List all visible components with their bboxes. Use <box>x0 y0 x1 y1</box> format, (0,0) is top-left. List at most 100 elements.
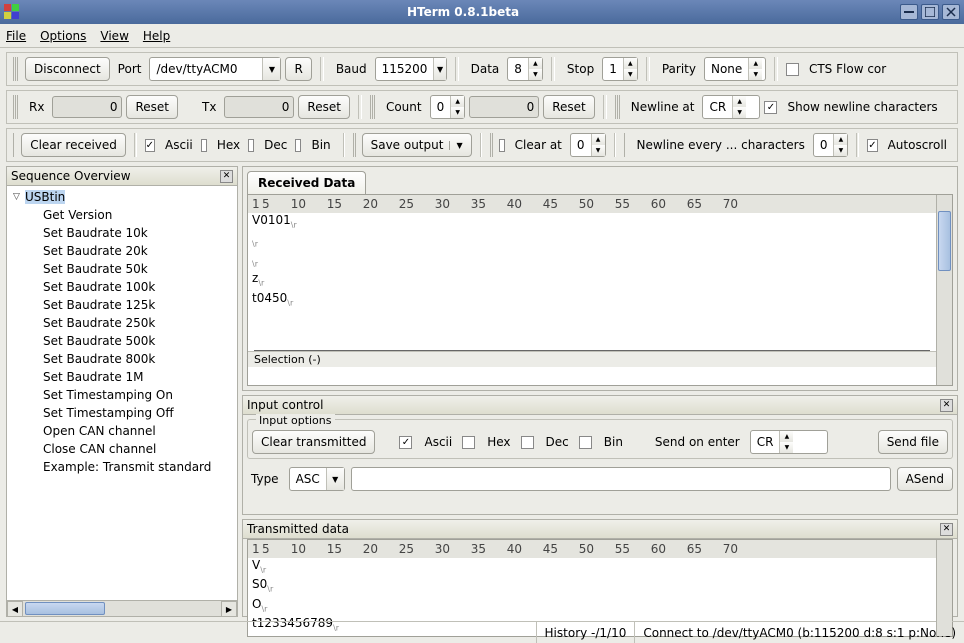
newline-every-spin[interactable]: 0 ▲▼ <box>813 133 849 157</box>
stop-bits-value: 1 <box>603 62 623 76</box>
tree-item[interactable]: Set Baudrate 500k <box>7 332 237 350</box>
count-reset-button[interactable]: Reset <box>543 95 595 119</box>
asend-button[interactable]: ASend <box>897 467 953 491</box>
close-panel-icon[interactable]: ✕ <box>220 170 233 183</box>
input-ascii-checkbox[interactable]: ✓ <box>399 436 412 449</box>
save-output-button[interactable]: Save output ▼ <box>362 133 472 157</box>
send-file-button[interactable]: Send file <box>878 430 948 454</box>
clear-transmitted-button[interactable]: Clear transmitted <box>252 430 375 454</box>
clear-received-button[interactable]: Clear received <box>21 133 126 157</box>
port-combo[interactable]: /dev/ttyACM0 ▼ <box>149 57 281 81</box>
hex-label: Hex <box>213 138 244 152</box>
vertical-scrollbar[interactable] <box>936 195 952 385</box>
close-panel-icon[interactable]: ✕ <box>940 523 953 536</box>
tree-item[interactable]: Set Baudrate 125k <box>7 296 237 314</box>
clear-at-label: Clear at <box>511 138 566 152</box>
titlebar: HTerm 0.8.1beta <box>0 0 964 24</box>
horizontal-scrollbar[interactable]: ◀ ▶ <box>7 600 237 616</box>
close-button[interactable] <box>942 4 960 20</box>
tree-item[interactable]: Set Baudrate 10k <box>7 224 237 242</box>
baud-value: 115200 <box>376 62 434 76</box>
menu-file[interactable]: File <box>6 29 26 43</box>
newline-at-spin[interactable]: CR ▲▼ <box>702 95 760 119</box>
app-icon <box>4 4 20 20</box>
send-on-enter-label: Send on enter <box>651 435 744 449</box>
type-combo[interactable]: ASC ▼ <box>289 467 345 491</box>
sequence-tree[interactable]: ▽USBtinGet VersionSet Baudrate 10kSet Ba… <box>7 186 237 600</box>
minimize-button[interactable] <box>900 4 918 20</box>
expand-icon[interactable]: ▽ <box>13 192 25 202</box>
input-hex-checkbox[interactable] <box>462 436 475 449</box>
tree-item[interactable]: Open CAN channel <box>7 422 237 440</box>
newline-at-value: CR <box>703 100 732 114</box>
menubar: File Options View Help <box>0 24 964 48</box>
autoscroll-checkbox[interactable]: ✓ <box>867 139 877 152</box>
clear-at-checkbox[interactable] <box>499 139 505 152</box>
menu-options[interactable]: Options <box>40 29 86 43</box>
vertical-scrollbar[interactable] <box>936 540 952 636</box>
selection-status: Selection (-) <box>248 351 936 367</box>
menu-view[interactable]: View <box>100 29 128 43</box>
newline-at-label: Newline at <box>627 100 699 114</box>
cts-label: CTS Flow cor <box>805 62 890 76</box>
stop-bits-spin[interactable]: 1 ▲▼ <box>602 57 638 81</box>
tree-item[interactable]: Set Timestamping On <box>7 386 237 404</box>
tx-reset-button[interactable]: Reset <box>298 95 350 119</box>
clear-at-spin[interactable]: 0 ▲▼ <box>570 133 606 157</box>
connect-button[interactable]: Disconnect <box>25 57 110 81</box>
close-panel-icon[interactable]: ✕ <box>940 399 953 412</box>
tree-item[interactable]: Set Baudrate 50k <box>7 260 237 278</box>
tree-item[interactable]: Set Baudrate 800k <box>7 350 237 368</box>
tree-item[interactable]: Close CAN channel <box>7 440 237 458</box>
tree-item[interactable]: Set Baudrate 20k <box>7 242 237 260</box>
scrollbar-thumb[interactable] <box>25 602 105 615</box>
ascii-checkbox[interactable]: ✓ <box>145 139 155 152</box>
type-label: Type <box>247 472 283 486</box>
grip-icon <box>624 133 626 157</box>
window-title: HTerm 0.8.1beta <box>26 5 900 19</box>
connection-toolbar: Disconnect Port /dev/ttyACM0 ▼ R Baud 11… <box>6 52 958 86</box>
grip-icon <box>13 95 19 119</box>
scrollbar-thumb[interactable] <box>938 211 951 271</box>
menu-help[interactable]: Help <box>143 29 170 43</box>
chevron-down-icon: ▼ <box>433 58 445 80</box>
dec-checkbox[interactable] <box>248 139 254 152</box>
input-dec-checkbox[interactable] <box>521 436 534 449</box>
tree-item[interactable]: Example: Transmit standard <box>7 458 237 476</box>
bin-checkbox[interactable] <box>295 139 301 152</box>
baud-combo[interactable]: 115200 ▼ <box>375 57 447 81</box>
send-on-enter-value: CR <box>751 435 780 449</box>
received-data-panel: Received Data 15101520253035404550556065… <box>242 166 958 391</box>
cts-checkbox[interactable] <box>786 63 799 76</box>
send-on-enter-spin[interactable]: CR ▲▼ <box>750 430 828 454</box>
tree-item[interactable]: Set Baudrate 250k <box>7 314 237 332</box>
scroll-left-icon[interactable]: ◀ <box>7 601 23 617</box>
input-control-title: Input control <box>247 398 323 412</box>
newline-every-value: 0 <box>814 138 834 152</box>
data-label: Data <box>467 62 504 76</box>
transmitted-title: Transmitted data <box>247 522 349 536</box>
port-refresh-button[interactable]: R <box>285 57 311 81</box>
scroll-right-icon[interactable]: ▶ <box>221 601 237 617</box>
tree-root[interactable]: ▽USBtin <box>7 188 237 206</box>
tree-item[interactable]: Set Baudrate 100k <box>7 278 237 296</box>
history-status: History -/1/10 <box>536 622 635 643</box>
count-b: 0 <box>469 96 539 118</box>
received-data-tab[interactable]: Received Data <box>247 171 366 194</box>
tree-item[interactable]: Set Baudrate 1M <box>7 368 237 386</box>
tree-item[interactable]: Get Version <box>7 206 237 224</box>
hex-checkbox[interactable] <box>201 139 207 152</box>
count-a-value: 0 <box>431 100 451 114</box>
count-a-spin[interactable]: 0 ▲▼ <box>430 95 466 119</box>
send-input[interactable] <box>351 467 891 491</box>
input-bin-checkbox[interactable] <box>579 436 592 449</box>
rx-reset-button[interactable]: Reset <box>126 95 178 119</box>
baud-label: Baud <box>332 62 371 76</box>
show-newline-checkbox[interactable]: ✓ <box>764 101 777 114</box>
grip-icon <box>370 95 376 119</box>
parity-spin[interactable]: None ▲▼ <box>704 57 766 81</box>
maximize-button[interactable] <box>921 4 939 20</box>
tree-item[interactable]: Set Timestamping Off <box>7 404 237 422</box>
rx-count: 0 <box>52 96 122 118</box>
data-bits-spin[interactable]: 8 ▲▼ <box>507 57 543 81</box>
